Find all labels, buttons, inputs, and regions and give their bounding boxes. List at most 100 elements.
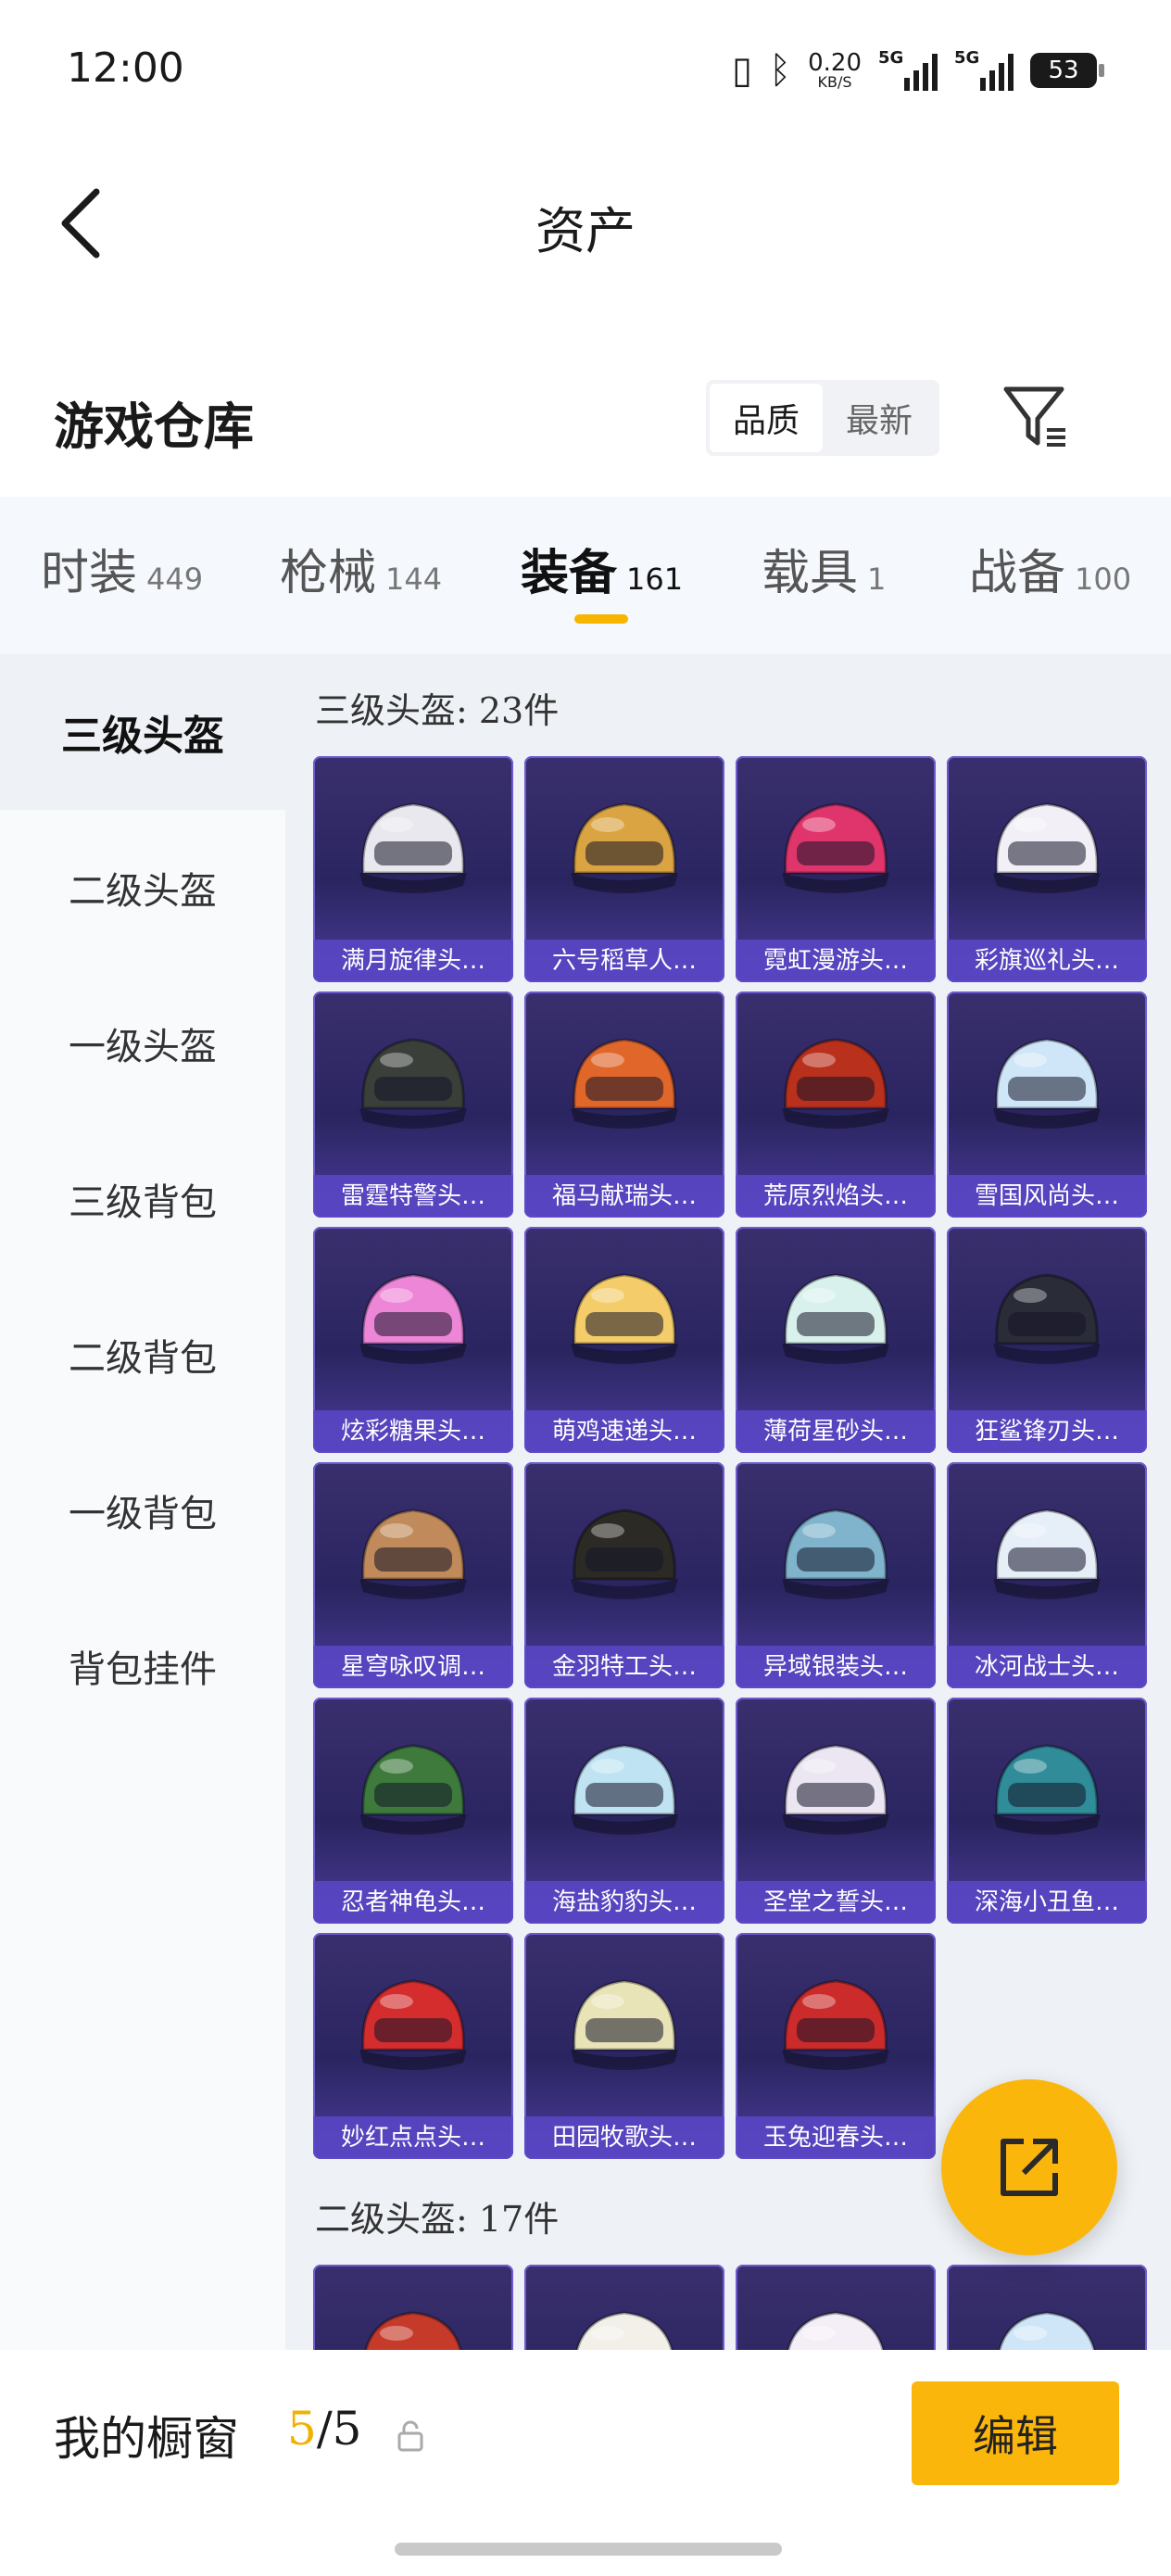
tab-guns[interactable]: 枪械 144: [280, 534, 442, 603]
group-title-lv2-helmet: 二级头盔: 17件: [315, 2199, 560, 2240]
item-card[interactable]: 霓虹漫游头…: [736, 756, 936, 982]
sidebar-item-lv2-backpack[interactable]: 二级背包: [0, 1277, 285, 1433]
helmet-icon: [984, 1733, 1110, 1848]
tab-supplies[interactable]: 战备 100: [969, 534, 1131, 603]
item-card[interactable]: 彩旗巡礼头…: [947, 756, 1147, 982]
signal-type-label-2: 5G: [954, 48, 980, 68]
signal-icon: 5G: [878, 48, 938, 91]
item-card[interactable]: 星穹咏叹调…: [313, 1462, 513, 1688]
share-button[interactable]: [941, 2079, 1117, 2255]
item-name: 炫彩糖果头…: [313, 1410, 513, 1453]
status-icons: ▯ ᛒ 0.20 KB/S 5G 5G 53: [732, 44, 1104, 96]
item-card[interactable]: 福马献瑞头…: [524, 991, 724, 1218]
item-name: 圣堂之誓头…: [736, 1881, 936, 1924]
item-name: 荒原烈焰头…: [736, 1175, 936, 1218]
tab-label: 时装: [41, 546, 138, 601]
active-tab-indicator: [574, 614, 628, 624]
item-card[interactable]: 雷霆特警头…: [313, 991, 513, 1218]
net-speed: 0.20 KB/S: [808, 51, 862, 90]
item-name: 玉兔迎春头…: [736, 2116, 936, 2159]
item-name: 海盐豹豹头…: [524, 1881, 724, 1924]
tab-count: 144: [385, 562, 443, 597]
item-name: 妙红点点头…: [313, 2116, 513, 2159]
helmet-icon: [984, 1027, 1110, 1142]
item-name: 田园牧歌头…: [524, 2116, 724, 2159]
item-card[interactable]: 薄荷星砂头…: [736, 1227, 936, 1453]
tab-equipment[interactable]: 装备 161: [521, 534, 683, 603]
helmet-icon: [350, 1262, 476, 1377]
window-count-total: /5: [316, 2402, 362, 2456]
item-name: 狂鲨锋刃头…: [947, 1410, 1147, 1453]
item-card[interactable]: 海盐豹豹头…: [524, 1698, 724, 1924]
sidebar-item-lv1-backpack[interactable]: 一级背包: [0, 1433, 285, 1588]
bluetooth-icon: ᛒ: [769, 49, 792, 92]
sort-quality-button[interactable]: 品质: [710, 384, 823, 452]
item-card[interactable]: 圣堂之誓头…: [736, 1698, 936, 1924]
item-name: 深海小丑鱼…: [947, 1881, 1147, 1924]
item-name: 霓虹漫游头…: [736, 940, 936, 982]
item-name: 彩旗巡礼头…: [947, 940, 1147, 982]
tab-fashion[interactable]: 时装 449: [41, 534, 203, 603]
helmet-icon: [984, 1497, 1110, 1612]
page-title: 资产: [535, 202, 636, 260]
window-count-current: 5: [287, 2402, 317, 2456]
item-card[interactable]: 田园牧歌头…: [524, 1933, 724, 2159]
window-count: 5/5: [287, 2402, 361, 2456]
helmet-icon: [561, 1968, 687, 2083]
item-card[interactable]: 金羽特工头…: [524, 1462, 724, 1688]
sidebar-item-lv2-helmet[interactable]: 二级头盔: [0, 810, 285, 966]
item-card[interactable]: 冰河战士头…: [947, 1462, 1147, 1688]
item-card[interactable]: 异域银装头…: [736, 1462, 936, 1688]
helmet-icon: [773, 1497, 899, 1612]
item-card[interactable]: 满月旋律头…: [313, 756, 513, 982]
item-name: 异域银装头…: [736, 1646, 936, 1688]
edit-button[interactable]: 编辑: [912, 2381, 1119, 2485]
item-card[interactable]: 深海小丑鱼…: [947, 1698, 1147, 1924]
item-name: 冰河战士头…: [947, 1646, 1147, 1688]
item-card[interactable]: 雪国风尚头…: [947, 991, 1147, 1218]
tab-count: 100: [1075, 562, 1132, 597]
helmet-icon: [773, 1262, 899, 1377]
item-card[interactable]: 荒原烈焰头…: [736, 991, 936, 1218]
signal-type-label: 5G: [878, 48, 904, 68]
filter-button[interactable]: [1001, 382, 1071, 452]
helmet-icon: [561, 1733, 687, 1848]
helmet-icon: [350, 1027, 476, 1142]
helmet-icon: [350, 1497, 476, 1612]
sidebar-item-backpack-pendant[interactable]: 背包挂件: [0, 1588, 285, 1744]
sidebar-item-lv3-helmet[interactable]: 三级头盔: [0, 654, 285, 810]
bottom-bar: 我的橱窗 5/5 编辑: [0, 2350, 1171, 2576]
helmet-icon: [561, 791, 687, 906]
item-name: 雷霆特警头…: [313, 1175, 513, 1218]
item-card[interactable]: 忍者神龟头…: [313, 1698, 513, 1924]
item-card[interactable]: 玉兔迎春头…: [736, 1933, 936, 2159]
tab-label: 装备: [521, 545, 618, 601]
tab-label: 枪械: [280, 546, 377, 601]
item-card[interactable]: 六号稻草人…: [524, 756, 724, 982]
item-name: 六号稻草人…: [524, 940, 724, 982]
tab-label: 战备: [969, 546, 1066, 601]
tab-count: 449: [146, 562, 204, 597]
my-window-label: 我的橱窗: [54, 2412, 239, 2466]
helmet-icon: [350, 1968, 476, 2083]
helmet-icon: [561, 1497, 687, 1612]
tab-vehicles[interactable]: 载具 1: [762, 534, 886, 603]
lock-icon: [397, 2420, 423, 2452]
sort-latest-button[interactable]: 最新: [823, 384, 936, 452]
item-name: 雪国风尚头…: [947, 1175, 1147, 1218]
item-card[interactable]: 炫彩糖果头…: [313, 1227, 513, 1453]
sidebar-item-lv3-backpack[interactable]: 三级背包: [0, 1121, 285, 1277]
item-name: 金羽特工头…: [524, 1646, 724, 1688]
net-speed-value: 0.20: [808, 49, 862, 77]
item-card[interactable]: 萌鸡速递头…: [524, 1227, 724, 1453]
tab-count: 161: [626, 562, 684, 597]
category-sidebar: 三级头盔 二级头盔 一级头盔 三级背包 二级背包 一级背包 背包挂件: [0, 654, 285, 2350]
group-title-lv3-helmet: 三级头盔: 23件: [315, 690, 560, 731]
item-name: 星穹咏叹调…: [313, 1646, 513, 1688]
item-card[interactable]: 妙红点点头…: [313, 1933, 513, 2159]
status-time: 12:00: [67, 44, 184, 92]
item-card[interactable]: 狂鲨锋刃头…: [947, 1227, 1147, 1453]
item-name: 萌鸡速递头…: [524, 1410, 724, 1453]
sidebar-item-lv1-helmet[interactable]: 一级头盔: [0, 966, 285, 1121]
net-speed-unit: KB/S: [817, 73, 852, 91]
